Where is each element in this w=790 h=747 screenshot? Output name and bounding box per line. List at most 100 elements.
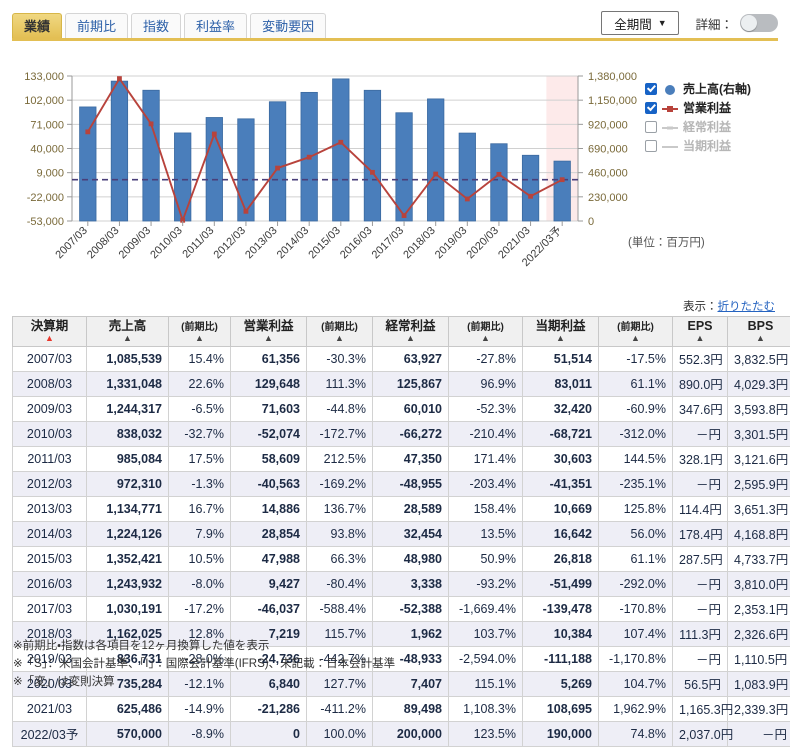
cell-op_yoy: -30.3% [307, 347, 373, 372]
sort-arrow-active-icon[interactable]: ▲ [18, 333, 81, 343]
sort-arrow-idle-icon[interactable]: ▲ [454, 333, 517, 343]
cell-net: -51,499 [523, 572, 599, 597]
legend-checkbox-2[interactable] [645, 121, 657, 133]
cell-op_yoy: 66.3% [307, 547, 373, 572]
cell-eps: 1,165.3円 [673, 697, 728, 722]
tab-1[interactable]: 前期比 [65, 13, 128, 38]
cell-sales: 1,134,771 [87, 497, 169, 522]
sort-arrow-idle-icon[interactable]: ▲ [678, 333, 722, 343]
svg-text:2014/03: 2014/03 [275, 225, 312, 262]
cell-ord: 3,338 [373, 572, 449, 597]
column-header-5[interactable]: 経常利益▲ [373, 317, 449, 347]
column-header-sublabel-8: (前期比) [617, 322, 654, 333]
cell-eps: 2,037.0円 [673, 722, 728, 747]
sort-arrow-idle-icon[interactable]: ▲ [528, 333, 593, 343]
sort-arrow-idle-icon[interactable]: ▲ [312, 333, 367, 343]
table-row: 2017/031,030,191-17.2%-46,037-588.4%-52,… [13, 597, 790, 622]
cell-op: 0 [231, 722, 307, 747]
cell-period: 2008/03 [13, 372, 87, 397]
table-row: 2015/031,352,42110.5%47,98866.3%48,98050… [13, 547, 790, 572]
cell-bps: 3,810.0円 [728, 572, 790, 597]
column-header-10[interactable]: BPS▲ [728, 317, 790, 347]
column-header-sublabel-6: (前期比) [467, 322, 504, 333]
tab-3[interactable]: 利益率 [184, 13, 247, 38]
cell-sales_yoy: -17.2% [169, 597, 231, 622]
cell-net_yoy: -1,170.8% [599, 647, 673, 672]
svg-text:2011/03: 2011/03 [180, 225, 216, 261]
cell-period: 2009/03 [13, 397, 87, 422]
cell-period: 2021/03 [13, 697, 87, 722]
column-header-1[interactable]: 売上高▲ [87, 317, 169, 347]
svg-text:9,000: 9,000 [36, 168, 64, 180]
cell-op: 58,609 [231, 447, 307, 472]
legend-item-2[interactable]: 経常利益 [645, 118, 751, 135]
cell-ord_yoy: -93.2% [449, 572, 523, 597]
cell-bps: 2,595.9円 [728, 472, 790, 497]
cell-sales: 1,331,048 [87, 372, 169, 397]
column-header-0[interactable]: 決算期▲ [13, 317, 87, 347]
column-header-6[interactable]: (前期比)▲ [449, 317, 523, 347]
cell-bps: 3,121.6円 [728, 447, 790, 472]
column-header-8[interactable]: (前期比)▲ [599, 317, 673, 347]
legend-item-1[interactable]: 営業利益 [645, 99, 751, 116]
cell-period: 2014/03 [13, 522, 87, 547]
cell-ord_yoy: -52.3% [449, 397, 523, 422]
cell-net_yoy: -60.9% [599, 397, 673, 422]
tab-4[interactable]: 変動要因 [250, 13, 326, 38]
column-header-7[interactable]: 当期利益▲ [523, 317, 599, 347]
cell-eps: 111.3円 [673, 622, 728, 647]
collapse-link[interactable]: 折りたたむ [718, 301, 776, 313]
cell-net_yoy: 61.1% [599, 372, 673, 397]
detail-label: 詳細： [695, 14, 733, 33]
cell-sales: 985,084 [87, 447, 169, 472]
legend-checkbox-1[interactable] [645, 102, 657, 114]
cell-period: 2017/03 [13, 597, 87, 622]
period-select[interactable]: 全期間 ▼ [601, 11, 679, 35]
cell-sales_yoy: 16.7% [169, 497, 231, 522]
svg-text:2019/03: 2019/03 [433, 225, 470, 262]
cell-eps: 347.6円 [673, 397, 728, 422]
footnotes: ※前期比・指数は各項目を12ヶ月換算した値を表示※「S」：米国会計基準、「I」：… [13, 638, 395, 691]
sort-arrow-idle-icon[interactable]: ▲ [174, 333, 225, 343]
column-header-2[interactable]: (前期比)▲ [169, 317, 231, 347]
cell-op: 14,886 [231, 497, 307, 522]
sort-arrow-idle-icon[interactable]: ▲ [733, 333, 788, 343]
column-header-3[interactable]: 営業利益▲ [231, 317, 307, 347]
cell-sales: 1,243,932 [87, 572, 169, 597]
cell-eps: 178.4円 [673, 522, 728, 547]
cell-ord: 63,927 [373, 347, 449, 372]
svg-text:460,000: 460,000 [588, 168, 628, 180]
cell-eps: 287.5円 [673, 547, 728, 572]
svg-text:102,000: 102,000 [24, 95, 64, 107]
sort-arrow-idle-icon[interactable]: ▲ [378, 333, 443, 343]
sort-arrow-idle-icon[interactable]: ▲ [236, 333, 301, 343]
tab-2[interactable]: 指数 [131, 13, 181, 38]
detail-toggle-switch[interactable] [740, 14, 778, 32]
sort-arrow-idle-icon[interactable]: ▲ [92, 333, 163, 343]
table-row: 2009/031,244,317-6.5%71,603-44.8%60,010-… [13, 397, 790, 422]
svg-text:2018/03: 2018/03 [401, 225, 438, 262]
cell-op: 129,648 [231, 372, 307, 397]
column-header-label-10: BPS [748, 319, 774, 333]
column-header-9[interactable]: EPS▲ [673, 317, 728, 347]
column-header-4[interactable]: (前期比)▲ [307, 317, 373, 347]
legend-item-3[interactable]: 当期利益 [645, 137, 751, 154]
cell-bps: 3,301.5円 [728, 422, 790, 447]
period-select-value: 全期間 [614, 14, 652, 33]
cell-ord_yoy: 158.4% [449, 497, 523, 522]
legend-checkbox-3[interactable] [645, 140, 657, 152]
sort-arrow-idle-icon[interactable]: ▲ [604, 333, 667, 343]
cell-period: 2007/03 [13, 347, 87, 372]
svg-text:2012/03: 2012/03 [211, 225, 248, 262]
legend-item-0[interactable]: 売上高(右軸) [645, 80, 751, 97]
legend-checkbox-0[interactable] [645, 83, 657, 95]
cell-net: 10,669 [523, 497, 599, 522]
display-toggle: 表示：折りたたむ [683, 298, 775, 314]
column-header-label-7: 当期利益 [535, 319, 585, 333]
tab-0[interactable]: 業績 [12, 13, 62, 38]
cell-bps: 3,832.5円 [728, 347, 790, 372]
svg-text:2020/03: 2020/03 [464, 225, 501, 262]
cell-period: 2022/03予 [13, 722, 87, 747]
footnote-0: ※前期比・指数は各項目を12ヶ月換算した値を表示 [13, 638, 395, 656]
cell-ord_yoy: -203.4% [449, 472, 523, 497]
